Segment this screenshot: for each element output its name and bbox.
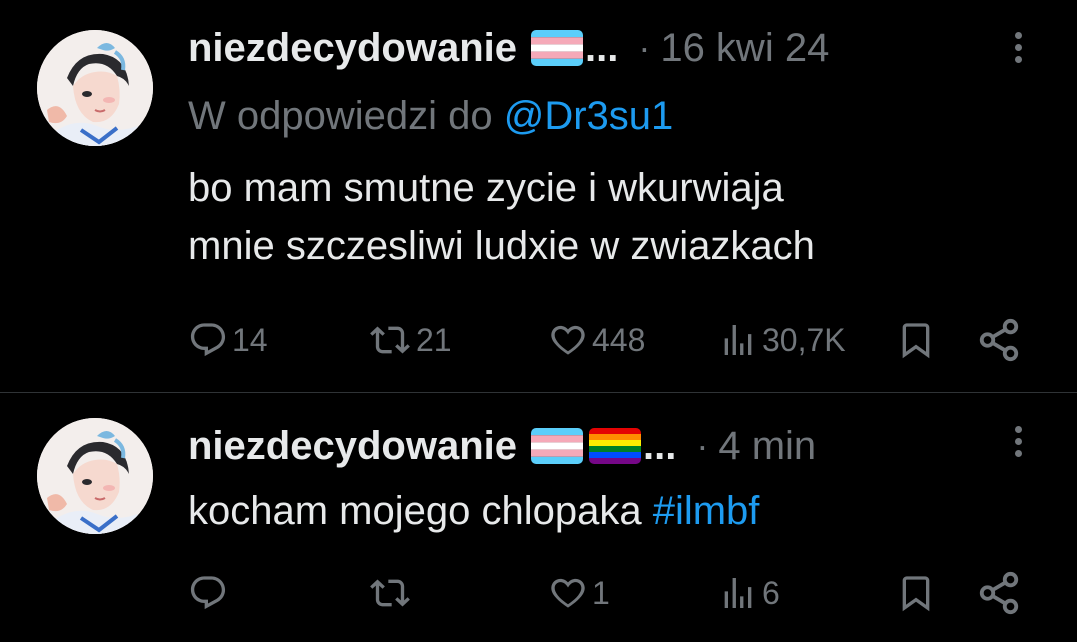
repost-button[interactable] — [368, 565, 416, 621]
tweet-text-line: mnie szczesliwi ludxie w zwiazkach — [188, 224, 815, 268]
repost-icon — [370, 579, 410, 607]
hashtag-link[interactable]: #ilmbf — [653, 489, 760, 533]
avatar[interactable] — [37, 30, 153, 146]
name-truncation: ... — [642, 423, 677, 468]
reply-icon — [190, 323, 226, 357]
bookmark-button[interactable] — [896, 565, 936, 621]
repost-icon — [370, 326, 410, 354]
views-button[interactable]: 30,7K — [718, 312, 846, 368]
separator: · — [638, 27, 651, 68]
like-button[interactable]: 1 — [548, 565, 610, 621]
name-truncation: ... — [584, 25, 619, 70]
author-name[interactable]: niezdecydowanie — [188, 424, 517, 469]
views-icon — [724, 325, 752, 355]
tweet-text-plain: kocham mojego chlopaka — [188, 489, 653, 533]
timestamp[interactable]: 4 min — [718, 424, 816, 469]
author-name[interactable]: niezdecydowanie — [188, 26, 517, 71]
action-bar: 14 21 448 30,7K — [0, 312, 1077, 368]
reply-context: W odpowiedzi do @Dr3su1 — [188, 94, 673, 139]
reply-icon — [190, 576, 226, 610]
like-icon — [551, 578, 585, 608]
like-count: 1 — [592, 574, 610, 611]
views-count: 30,7K — [762, 321, 846, 358]
tweet-text-line: bo mam smutne zycie i wkurwiaja — [188, 166, 784, 210]
views-icon — [724, 578, 752, 608]
more-icon[interactable] — [1012, 426, 1024, 466]
mention-link[interactable]: @Dr3su1 — [504, 94, 674, 138]
avatar[interactable] — [37, 418, 153, 534]
more-icon[interactable] — [1012, 32, 1024, 72]
tweet[interactable]: niezdecydowanie ... · 16 kwi 24 W odpowi… — [0, 0, 1077, 392]
share-icon — [979, 318, 1019, 362]
tweet-header: niezdecydowanie ... · 4 min — [188, 416, 816, 476]
bookmark-icon — [902, 576, 930, 612]
reply-count: 14 — [232, 321, 268, 358]
views-button[interactable]: 6 — [718, 565, 780, 621]
views-count: 6 — [762, 574, 780, 611]
rainbow-flag-icon — [588, 428, 641, 464]
like-icon — [551, 325, 585, 355]
share-button[interactable] — [976, 565, 1022, 621]
bookmark-icon — [902, 323, 930, 359]
action-bar: 1 6 — [0, 565, 1077, 621]
reply-button[interactable]: 14 — [188, 312, 268, 368]
timestamp[interactable]: 16 kwi 24 — [660, 26, 829, 71]
tweet-header: niezdecydowanie ... · 16 kwi 24 — [188, 18, 829, 78]
bookmark-button[interactable] — [896, 312, 936, 368]
transgender-flag-icon — [530, 428, 583, 464]
share-button[interactable] — [976, 312, 1022, 368]
separator: · — [696, 425, 709, 466]
repost-count: 21 — [416, 321, 452, 358]
like-count: 448 — [592, 321, 646, 358]
repost-button[interactable]: 21 — [368, 312, 452, 368]
tweet[interactable]: niezdecydowanie ... · 4 min kocham mojeg… — [0, 393, 1077, 642]
like-button[interactable]: 448 — [548, 312, 645, 368]
reply-prefix: W odpowiedzi do — [188, 94, 493, 138]
tweet-text: bo mam smutne zycie i wkurwiaja mnie szc… — [188, 159, 815, 275]
reply-button[interactable] — [188, 565, 232, 621]
share-icon — [979, 571, 1019, 615]
transgender-flag-icon — [530, 30, 583, 66]
tweet-text: kocham mojego chlopaka #ilmbf — [188, 482, 759, 540]
